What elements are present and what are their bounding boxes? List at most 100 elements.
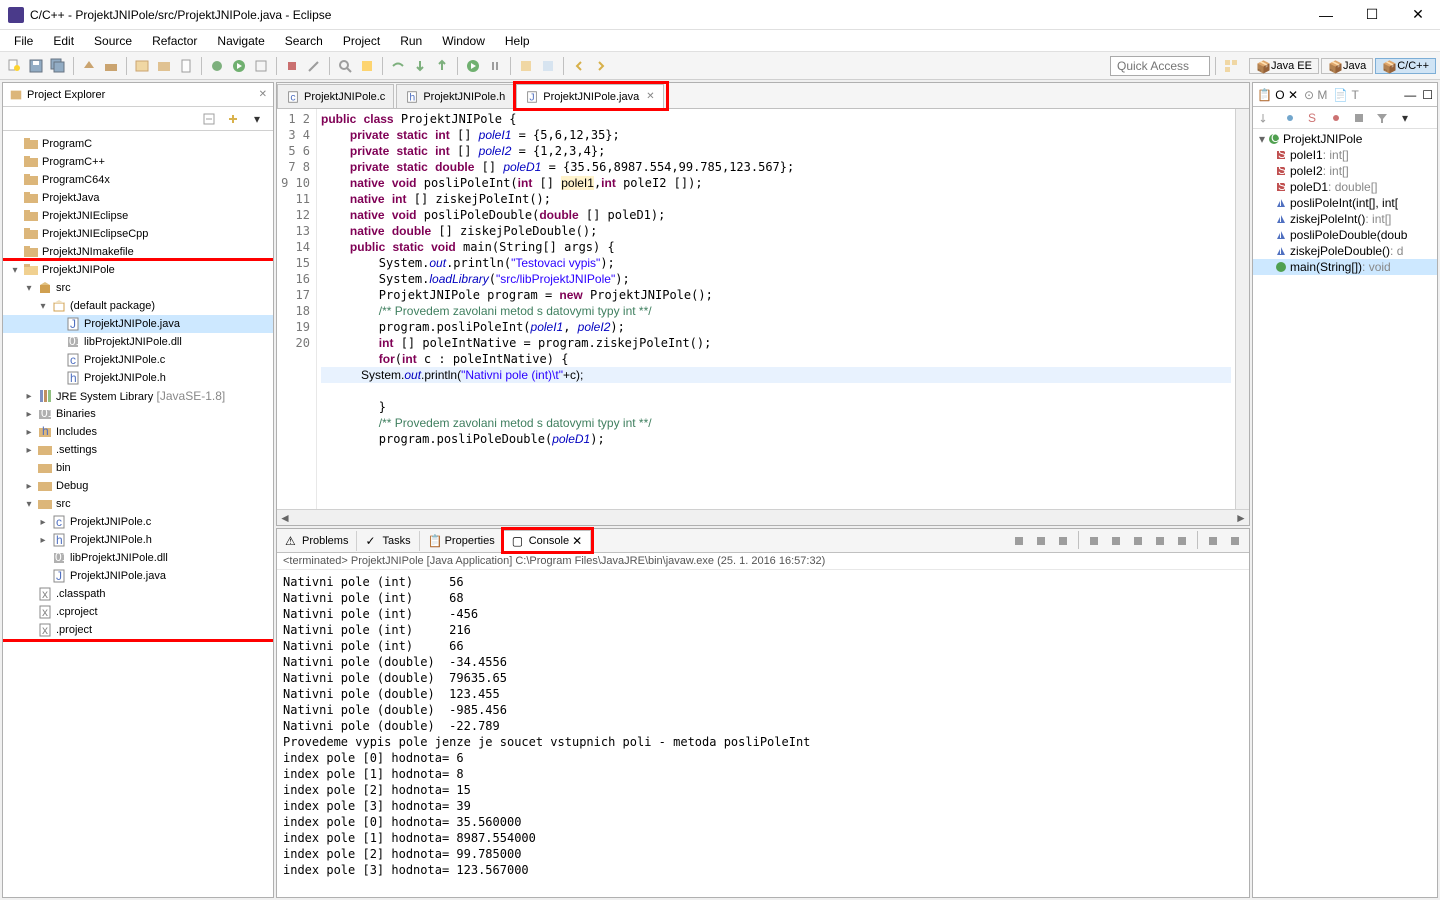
tree-node[interactable]: ▸Debug xyxy=(3,477,273,495)
tree-node[interactable]: 01libProjektJNIPole.dll xyxy=(3,549,273,567)
clear-icon[interactable] xyxy=(1084,531,1104,551)
outline-member[interactable]: NziskejPoleDouble() : d xyxy=(1253,243,1437,259)
collapse-all-icon[interactable] xyxy=(199,109,219,129)
tree-node[interactable]: ▾ProjektJNIPole xyxy=(3,261,273,279)
outline-tab-o[interactable]: 📋 O ✕ xyxy=(1257,88,1298,102)
editor-tab[interactable]: cProjektJNIPole.c xyxy=(277,84,394,108)
hide-nonpublic-icon[interactable] xyxy=(1326,108,1346,128)
tree-node[interactable]: ProgramC64x xyxy=(3,171,273,189)
menu-run[interactable]: Run xyxy=(392,32,430,50)
step-into-icon[interactable] xyxy=(410,56,430,76)
close-tab-icon[interactable]: ✕ xyxy=(646,91,654,102)
menu-navigate[interactable]: Navigate xyxy=(209,32,272,50)
outline-tree[interactable]: ▾CProjektJNIPoleSpoleI1 : int[]SpoleI2 :… xyxy=(1253,129,1437,897)
save-all-icon[interactable] xyxy=(48,56,68,76)
forward-icon[interactable] xyxy=(591,56,611,76)
minimize-button[interactable]: — xyxy=(1312,5,1340,25)
hide-local-icon[interactable] xyxy=(1349,108,1369,128)
new-icon[interactable] xyxy=(4,56,24,76)
tree-node[interactable]: ProjektJava xyxy=(3,189,273,207)
max-view-icon[interactable]: ☐ xyxy=(1422,88,1433,102)
filter-icon[interactable] xyxy=(1372,108,1392,128)
hide-static-icon[interactable]: S xyxy=(1303,108,1323,128)
save-icon[interactable] xyxy=(26,56,46,76)
outline-member[interactable]: NziskejPoleInt() : int[] xyxy=(1253,211,1437,227)
debug-icon[interactable] xyxy=(207,56,227,76)
tree-node[interactable]: ▸010Binaries xyxy=(3,405,273,423)
sort-icon[interactable] xyxy=(1257,108,1277,128)
outline-member[interactable]: SpoleI2 : int[] xyxy=(1253,163,1437,179)
tree-node[interactable]: ▸.settings xyxy=(3,441,273,459)
open-perspective-icon[interactable] xyxy=(1221,56,1241,76)
perspective-javaee[interactable]: 📦Java EE xyxy=(1249,58,1319,74)
back-icon[interactable] xyxy=(569,56,589,76)
open-task-icon[interactable] xyxy=(538,56,558,76)
terminate-icon[interactable] xyxy=(1009,531,1029,551)
quick-access-input[interactable] xyxy=(1110,56,1210,76)
run-icon[interactable] xyxy=(229,56,249,76)
tree-node[interactable]: ProgramC xyxy=(3,135,273,153)
bottom-tab-properties[interactable]: 📋Properties xyxy=(420,531,504,551)
bottom-tab-console[interactable]: ▢Console ✕ xyxy=(504,530,591,551)
remove-all-icon[interactable] xyxy=(1053,531,1073,551)
editor-tab[interactable]: hProjektJNIPole.h xyxy=(396,84,514,108)
bottom-tab-problems[interactable]: ⚠Problems xyxy=(277,531,357,551)
console-output[interactable]: Nativni pole (int) 56 Nativni pole (int)… xyxy=(277,570,1249,897)
outline-member[interactable]: SpoleI1 : int[] xyxy=(1253,147,1437,163)
tree-node[interactable]: x.project xyxy=(3,621,273,639)
editor-tab[interactable]: JProjektJNIPole.java✕ xyxy=(516,84,663,108)
perspective-java[interactable]: 📦Java xyxy=(1321,58,1373,74)
maximize-button[interactable]: ☐ xyxy=(1358,5,1386,25)
view-menu-icon[interactable]: ▾ xyxy=(247,109,267,129)
open-console-icon[interactable] xyxy=(1172,531,1192,551)
terminate-icon[interactable] xyxy=(282,56,302,76)
new-folder-icon[interactable] xyxy=(154,56,174,76)
code-editor[interactable]: public class ProjektJNIPole { private st… xyxy=(317,109,1235,509)
horizontal-scrollbar[interactable]: ◄► xyxy=(277,509,1249,525)
tree-node[interactable]: hProjektJNIPole.h xyxy=(3,369,273,387)
tree-node[interactable]: ▸hIncludes xyxy=(3,423,273,441)
tree-node[interactable]: JProjektJNIPole.java xyxy=(3,567,273,585)
outline-menu-icon[interactable]: ▾ xyxy=(1395,108,1415,128)
menu-source[interactable]: Source xyxy=(86,32,140,50)
search-icon[interactable] xyxy=(335,56,355,76)
new-project-icon[interactable] xyxy=(132,56,152,76)
tree-node[interactable]: ▾src xyxy=(3,495,273,513)
tree-node[interactable]: ▾(default package) xyxy=(3,297,273,315)
tree-node[interactable]: 01libProjektJNIPole.dll xyxy=(3,333,273,351)
tree-node[interactable]: bin xyxy=(3,459,273,477)
menu-refactor[interactable]: Refactor xyxy=(144,32,205,50)
tree-node[interactable]: x.classpath xyxy=(3,585,273,603)
menu-edit[interactable]: Edit xyxy=(45,32,82,50)
remove-icon[interactable] xyxy=(1031,531,1051,551)
menu-search[interactable]: Search xyxy=(277,32,331,50)
tree-node[interactable]: x.cproject xyxy=(3,603,273,621)
tree-node[interactable]: cProjektJNIPole.c xyxy=(3,351,273,369)
close-tab-icon[interactable]: ✕ xyxy=(572,534,582,548)
tree-node[interactable]: ▾src xyxy=(3,279,273,297)
max-icon[interactable] xyxy=(1225,531,1245,551)
tree-node[interactable]: JProjektJNIPole.java xyxy=(3,315,273,333)
menu-file[interactable]: File xyxy=(6,32,41,50)
project-tree[interactable]: ProgramCProgramC++ProgramC64xProjektJava… xyxy=(3,131,273,897)
tree-node[interactable]: ▸hProjektJNIPole.h xyxy=(3,531,273,549)
menu-help[interactable]: Help xyxy=(497,32,538,50)
tree-node[interactable]: ProjektJNIEclipse xyxy=(3,207,273,225)
tree-node[interactable]: ProgramC++ xyxy=(3,153,273,171)
outline-member[interactable]: NposliPoleInt(int[], int[ xyxy=(1253,195,1437,211)
link-editor-icon[interactable] xyxy=(223,109,243,129)
outline-member[interactable]: SpoleD1 : double[] xyxy=(1253,179,1437,195)
bottom-tab-tasks[interactable]: ✓Tasks xyxy=(357,531,419,551)
close-view-icon[interactable]: ✕ xyxy=(259,89,267,100)
coverage-icon[interactable] xyxy=(251,56,271,76)
min-icon[interactable] xyxy=(1203,531,1223,551)
pin-icon[interactable] xyxy=(1128,531,1148,551)
display-icon[interactable] xyxy=(1150,531,1170,551)
outline-member[interactable]: main(String[]) : void xyxy=(1253,259,1437,275)
resume-icon[interactable] xyxy=(463,56,483,76)
new-file-icon[interactable] xyxy=(176,56,196,76)
build-all-icon[interactable] xyxy=(101,56,121,76)
min-view-icon[interactable]: — xyxy=(1404,88,1416,102)
menu-window[interactable]: Window xyxy=(434,32,493,50)
open-type-icon[interactable] xyxy=(516,56,536,76)
